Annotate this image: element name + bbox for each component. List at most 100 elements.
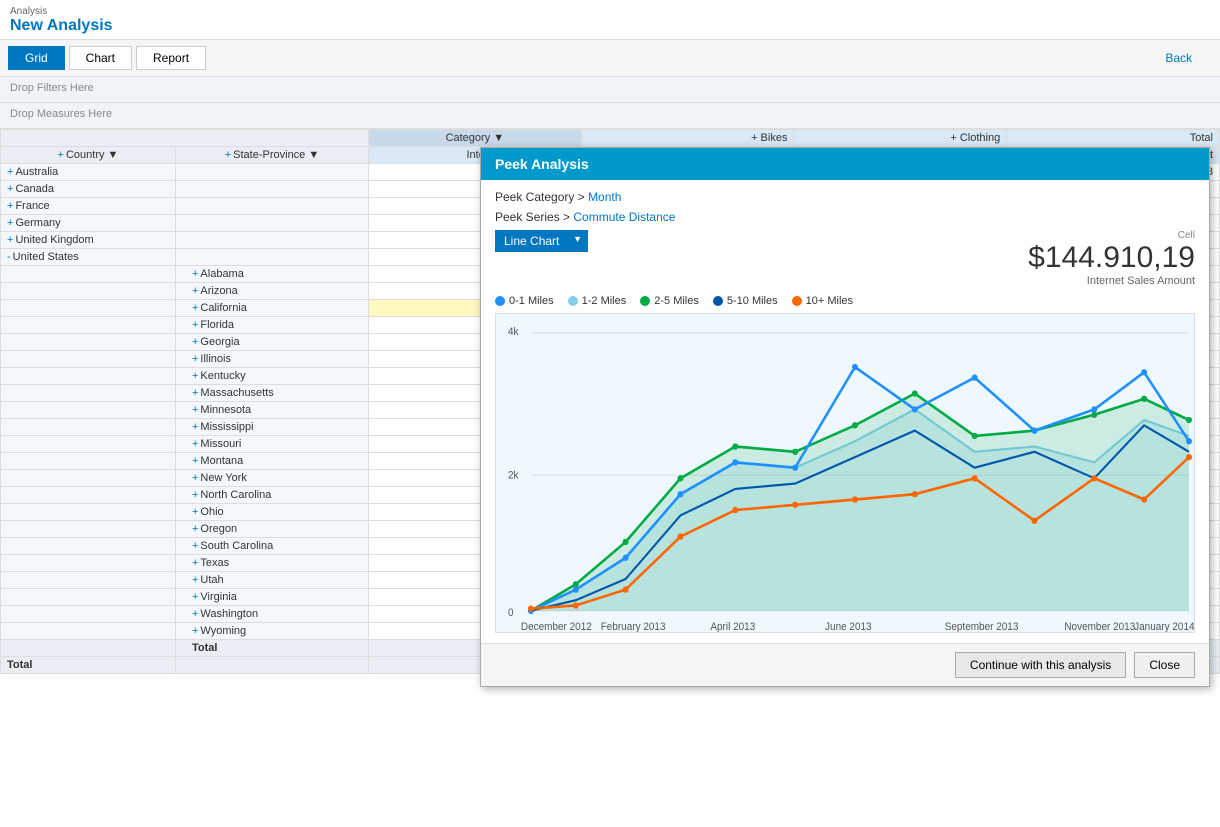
state-cell: +Mississippi xyxy=(175,419,368,436)
country-cell: -United States xyxy=(1,249,176,266)
peek-meta-category: Peek Category > Month xyxy=(495,190,1195,204)
peek-category-label: Peek Category > xyxy=(495,190,585,204)
analysis-label: Analysis xyxy=(10,6,1210,17)
header: Analysis New Analysis xyxy=(0,0,1220,40)
legend-item: 0-1 Miles xyxy=(495,295,554,307)
x-label-jan2014: January 2014 xyxy=(1134,622,1194,632)
bikes-header: + Bikes xyxy=(581,130,794,147)
y-label-4k: 4k xyxy=(508,327,519,338)
country-cell-empty xyxy=(1,589,176,606)
app-container: Analysis New Analysis Grid Chart Report … xyxy=(0,0,1220,819)
country-cell: +Canada xyxy=(1,181,176,198)
country-cell-empty xyxy=(1,606,176,623)
x-label-nov2013: November 2013 xyxy=(1064,622,1135,632)
country-cell-empty xyxy=(1,436,176,453)
state-cell: +Massachusetts xyxy=(175,385,368,402)
chart-svg: 4k 2k 0 xyxy=(496,314,1194,632)
state-cell: +South Carolina xyxy=(175,538,368,555)
state-cell: +North Carolina xyxy=(175,487,368,504)
chart-type-select[interactable]: Line Chart Bar Chart Area Chart xyxy=(495,230,588,252)
state-label: State-Province xyxy=(233,149,305,161)
y-label-2k: 2k xyxy=(508,470,519,481)
peek-chart-select: Line Chart Bar Chart Area Chart xyxy=(495,230,588,252)
state-cell: +Oregon xyxy=(175,521,368,538)
state-cell: +Georgia xyxy=(175,334,368,351)
grand-total-label: Total xyxy=(1,657,176,674)
state-dim-header: +State-Province ▼ xyxy=(175,147,368,164)
x-label-sep2013: September 2013 xyxy=(945,622,1019,632)
peek-header: Peek Analysis xyxy=(481,148,1209,180)
country-cell-empty xyxy=(1,504,176,521)
country-cell-empty xyxy=(1,283,176,300)
state-cell: +Montana xyxy=(175,453,368,470)
close-button[interactable]: Close xyxy=(1134,652,1195,678)
country-cell-empty xyxy=(1,470,176,487)
country-cell-empty xyxy=(1,555,176,572)
country-cell-empty xyxy=(1,419,176,436)
country-cell-empty xyxy=(1,385,176,402)
peek-series-value[interactable]: Commute Distance xyxy=(573,210,675,224)
x-label-apr2013: April 2013 xyxy=(710,622,755,632)
back-button[interactable]: Back xyxy=(1149,47,1208,69)
country-cell: +Australia xyxy=(1,164,176,181)
total-header: Total xyxy=(1007,130,1220,147)
continue-button[interactable]: Continue with this analysis xyxy=(955,652,1126,678)
legend-item: 1-2 Miles xyxy=(568,295,627,307)
state-cell-empty xyxy=(175,249,368,266)
state-cell: +Alabama xyxy=(175,266,368,283)
peek-meta-series: Peek Series > Commute Distance xyxy=(495,210,1195,224)
state-cell: +Arizona xyxy=(175,283,368,300)
country-cell-empty xyxy=(1,623,176,640)
country-cell: +United Kingdom xyxy=(1,232,176,249)
country-label: Country xyxy=(66,149,105,161)
country-cell-empty xyxy=(1,521,176,538)
peek-body: Peek Category > Month Peek Series > Comm… xyxy=(481,180,1209,643)
chart-button[interactable]: Chart xyxy=(69,46,132,70)
drop-measures-bar: Drop Measures Here xyxy=(0,103,1220,129)
area-2-5 xyxy=(531,394,1189,611)
state-cell: +Virginia xyxy=(175,589,368,606)
state-cell: +Florida xyxy=(175,317,368,334)
x-label-jun2013: June 2013 xyxy=(825,622,872,632)
country-cell-empty xyxy=(1,300,176,317)
peek-overlay: Peek Analysis Peek Category > Month Peek… xyxy=(480,147,1210,687)
chart-type-wrapper: Line Chart Bar Chart Area Chart xyxy=(495,230,588,252)
peek-cell-label: Cell xyxy=(1028,230,1195,241)
x-label-feb2013: February 2013 xyxy=(601,622,666,632)
row-header xyxy=(1,130,369,147)
peek-category-value[interactable]: Month xyxy=(588,190,621,204)
state-cell-empty xyxy=(175,198,368,215)
grand-total-label2 xyxy=(175,657,368,674)
grid-button[interactable]: Grid xyxy=(8,46,65,70)
legend-item: 5-10 Miles xyxy=(713,295,778,307)
peek-series-label: Peek Series > xyxy=(495,210,570,224)
state-cell: +Minnesota xyxy=(175,402,368,419)
state-cell: +California xyxy=(175,300,368,317)
report-button[interactable]: Report xyxy=(136,46,206,70)
state-cell: +Illinois xyxy=(175,351,368,368)
peek-value-row: Line Chart Bar Chart Area Chart Cell $14… xyxy=(495,230,1195,287)
state-cell-empty xyxy=(175,215,368,232)
country-cell-empty xyxy=(1,266,176,283)
country-dim-header: +Country ▼ xyxy=(1,147,176,164)
state-cell: +Missouri xyxy=(175,436,368,453)
country-cell-empty xyxy=(1,538,176,555)
toolbar: Grid Chart Report Back xyxy=(0,40,1220,77)
state-cell: +Wyoming xyxy=(175,623,368,640)
peek-cell-value: Cell $144.910,19 Internet Sales Amount xyxy=(1028,230,1195,287)
x-label-dec2012: December 2012 xyxy=(521,622,592,632)
drop-filters-bar: Drop Filters Here xyxy=(0,77,1220,103)
peek-title: Peek Analysis xyxy=(495,156,589,172)
state-cell: +Utah xyxy=(175,572,368,589)
country-cell: +Germany xyxy=(1,215,176,232)
state-cell-empty xyxy=(175,181,368,198)
state-cell: +Kentucky xyxy=(175,368,368,385)
legend-item: 10+ Miles xyxy=(792,295,853,307)
country-cell-empty xyxy=(1,317,176,334)
country-cell-empty xyxy=(1,453,176,470)
country-cell-empty xyxy=(1,402,176,419)
page-title: New Analysis xyxy=(10,17,1210,35)
country-cell-empty xyxy=(1,640,176,657)
country-cell-empty xyxy=(1,368,176,385)
state-cell: +Ohio xyxy=(175,504,368,521)
